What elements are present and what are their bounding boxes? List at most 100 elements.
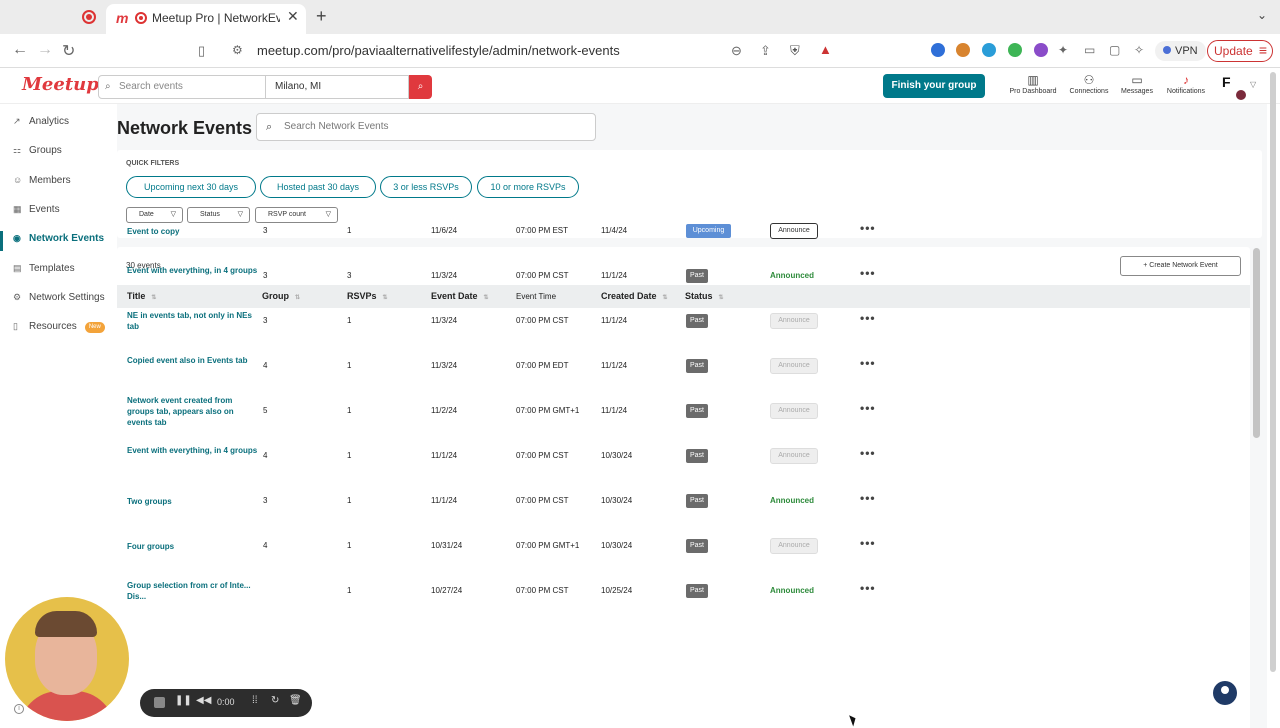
nav-notifications[interactable]: ♪ Notifications	[1163, 72, 1209, 95]
more-options-icon[interactable]: •••	[860, 446, 876, 460]
rewards-icon[interactable]: ▲	[819, 42, 832, 57]
chevron-down-icon[interactable]: ▽	[1250, 80, 1256, 89]
group-count: 3	[263, 226, 268, 235]
created-date: 11/1/24	[601, 406, 628, 415]
analytics-icon: ↗	[13, 116, 21, 126]
event-title-link[interactable]: Group selection from cr of Inte... Dis..…	[127, 580, 259, 602]
search-events-input[interactable]: ⌕ Search events	[98, 75, 266, 99]
rsvp-count: 3	[347, 271, 352, 280]
zoom-icon[interactable]: ⊖	[731, 43, 742, 59]
grid-icon[interactable]: ⁞⁞	[252, 695, 258, 706]
event-title-link[interactable]: Event to copy	[127, 226, 259, 237]
more-options-icon[interactable]: •••	[860, 266, 876, 280]
nav-connections[interactable]: ⚇ Connections	[1066, 72, 1112, 95]
extension-3-icon[interactable]	[982, 43, 996, 57]
more-options-icon[interactable]: •••	[860, 221, 876, 235]
bell-icon: ♪	[1183, 73, 1189, 87]
vpn-button[interactable]: VPN	[1155, 41, 1206, 61]
sidebar-item-label: Events	[29, 204, 60, 215]
bookmark-icon[interactable]: ▯	[198, 43, 205, 59]
event-title-link[interactable]: Four groups	[127, 541, 259, 552]
sidebar-item-network-events[interactable]: ◉ Network Events	[13, 228, 104, 248]
event-title-link[interactable]: Two groups	[127, 496, 259, 507]
tab-list-chevron-icon[interactable]: ⌄	[1257, 8, 1267, 22]
event-date: 11/3/24	[431, 271, 458, 280]
event-time: 07:00 PM CST	[516, 316, 569, 325]
group-count: 5	[263, 406, 268, 415]
help-chat-icon[interactable]	[1213, 681, 1237, 705]
event-date: 11/1/24	[431, 496, 458, 505]
announce-button[interactable]: Announce	[770, 223, 818, 239]
page-scrollbar[interactable]	[1270, 72, 1276, 672]
table-row: NE in events tab, not only in NEs tab 3 1 1…	[117, 298, 1250, 343]
restart-icon[interactable]: ↻	[271, 695, 279, 706]
finish-group-button[interactable]: Finish your group	[883, 74, 985, 98]
nav-messages[interactable]: ▭ Messages	[1119, 72, 1155, 95]
stop-icon[interactable]	[154, 697, 165, 708]
sidebar-toggle-icon[interactable]: ▭	[1084, 43, 1095, 57]
leo-icon[interactable]: ✧	[1134, 43, 1144, 57]
extension-5-icon[interactable]	[1034, 43, 1048, 57]
new-tab-icon[interactable]: +	[316, 6, 327, 27]
group-count: 3	[263, 316, 268, 325]
event-title-link[interactable]: Event with everything, in 4 groups	[127, 445, 259, 456]
table-row: Group selection from cr of Inte... Dis..…	[117, 568, 1250, 613]
sidebar-item-templates[interactable]: ▤ Templates	[13, 258, 75, 278]
extension-1-icon[interactable]	[931, 43, 945, 57]
more-options-icon[interactable]: •••	[860, 311, 876, 325]
update-button[interactable]: Update	[1207, 40, 1273, 62]
rewind-icon[interactable]: ◀◀	[196, 695, 211, 706]
extensions-icon[interactable]: ✦	[1058, 43, 1068, 57]
search-network-events-input[interactable]: ⌕ Search Network Events	[256, 113, 596, 141]
filter-upcoming-30[interactable]: Upcoming next 30 days	[126, 176, 256, 198]
sidebar-item-network-settings[interactable]: ⚙ Network Settings	[13, 287, 105, 307]
sidebar-item-analytics[interactable]: ↗ Analytics	[13, 111, 69, 131]
filter-hosted-past-30[interactable]: Hosted past 30 days	[260, 176, 376, 198]
trash-icon[interactable]: 🗑	[289, 695, 302, 706]
event-date: 11/3/24	[431, 316, 458, 325]
sidebar-item-groups[interactable]: ⚏ Groups	[13, 140, 62, 160]
more-options-icon[interactable]: •••	[860, 491, 876, 505]
search-submit-button[interactable]: ⌕	[409, 75, 432, 99]
announced-label: Announced	[770, 496, 814, 505]
meetup-logo[interactable]: Meetup	[22, 74, 99, 95]
pause-icon[interactable]: ❚❚	[175, 695, 192, 706]
meetup-favicon-icon: m	[116, 10, 129, 26]
location-input[interactable]: Milano, MI	[266, 75, 409, 99]
status-badge: Upcoming	[686, 224, 731, 238]
sidebar-item-members[interactable]: ☺ Members	[13, 170, 71, 190]
rsvp-count: 1	[347, 406, 352, 415]
avatar-badge	[1234, 88, 1248, 102]
more-options-icon[interactable]: •••	[860, 536, 876, 550]
filter-10-or-more[interactable]: 10 or more RSVPs	[477, 176, 579, 198]
back-icon[interactable]: ←	[12, 41, 28, 59]
sidebar-item-resources[interactable]: ▯ Resources New	[13, 316, 105, 336]
event-title-link[interactable]: Event with everything, in 4 groups	[127, 265, 259, 276]
brave-shield-icon[interactable]: ⛨	[790, 43, 800, 59]
event-time: 07:00 PM CST	[516, 271, 569, 280]
filter-3-or-less[interactable]: 3 or less RSVPs	[380, 176, 472, 198]
browser-tab-active[interactable]: m Meetup Pro | NetworkEven ✕	[106, 4, 306, 34]
share-icon[interactable]: ⇪	[760, 43, 771, 59]
close-tab-icon[interactable]: ✕	[287, 8, 299, 25]
url-field[interactable]: meetup.com/pro/paviaalternativelifestyle…	[257, 43, 620, 58]
reload-icon[interactable]: ↻	[62, 41, 75, 61]
info-icon[interactable]: i	[14, 704, 24, 714]
more-options-icon[interactable]: •••	[860, 401, 876, 415]
table-scrollbar[interactable]	[1253, 248, 1260, 438]
event-title-link[interactable]: Network event created from groups tab, a…	[127, 395, 259, 428]
wallet-icon[interactable]: ▢	[1109, 43, 1120, 57]
site-settings-icon[interactable]: ⚙	[232, 43, 243, 57]
table-row: Network event created from groups tab, a…	[117, 388, 1250, 433]
nav-pro-dashboard[interactable]: ▥ Pro Dashboard	[1006, 72, 1060, 95]
forward-icon[interactable]: →	[37, 41, 53, 59]
sidebar-item-events[interactable]: ▦ Events	[13, 199, 60, 219]
templates-icon: ▤	[13, 263, 22, 273]
record-indicator-icon[interactable]	[82, 10, 96, 24]
extension-4-icon[interactable]	[1008, 43, 1022, 57]
event-title-link[interactable]: NE in events tab, not only in NEs tab	[127, 310, 259, 332]
event-title-link[interactable]: Copied event also in Events tab	[127, 355, 259, 366]
extension-2-icon[interactable]	[956, 43, 970, 57]
more-options-icon[interactable]: •••	[860, 356, 876, 370]
more-options-icon[interactable]: •••	[860, 581, 876, 595]
